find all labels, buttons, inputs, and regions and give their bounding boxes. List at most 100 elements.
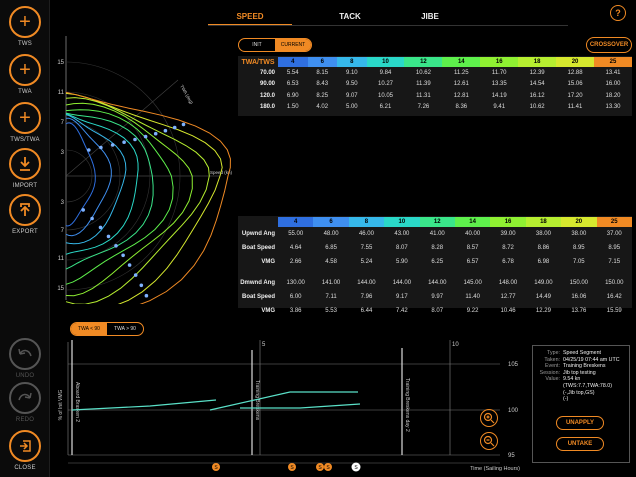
vmg-point[interactable] (127, 263, 132, 267)
table-cell[interactable]: 37.00 (597, 227, 632, 241)
table-cell[interactable]: 7.05 (561, 255, 596, 269)
table-cell[interactable]: 5.90 (384, 255, 419, 269)
table-cell[interactable]: 9.07 (337, 90, 367, 102)
table-cell[interactable]: 11.70 (480, 67, 518, 79)
table-cell[interactable]: 12.29 (526, 304, 561, 318)
vmg-point[interactable] (133, 273, 138, 277)
undo-button[interactable]: UNDO (6, 338, 44, 379)
table-cell[interactable]: 6.21 (367, 102, 405, 114)
table-cell[interactable]: 10.62 (518, 102, 556, 114)
table-cell[interactable]: 8.86 (526, 241, 561, 255)
tab-tack[interactable]: TACK (308, 8, 392, 26)
table-cell[interactable]: 15.06 (556, 79, 594, 91)
table-cell[interactable]: 141.00 (313, 276, 348, 290)
table-cell[interactable]: 7.96 (349, 290, 384, 304)
vmg-point[interactable] (110, 143, 115, 147)
vmg-point[interactable] (143, 134, 148, 139)
table-cell[interactable]: 6.85 (313, 241, 348, 255)
table-cell[interactable]: 38.00 (561, 227, 596, 241)
table-cell[interactable]: 144.00 (384, 276, 419, 290)
table-cell[interactable]: 8.36 (442, 102, 480, 114)
tab-jibe[interactable]: JIBE (388, 8, 472, 26)
zoom-out-button[interactable] (480, 432, 498, 450)
table-cell[interactable]: 17.20 (556, 90, 594, 102)
toggle-init[interactable]: INIT (239, 39, 275, 51)
table-cell[interactable]: 11.40 (455, 290, 490, 304)
table-cell[interactable]: 48.00 (313, 227, 348, 241)
table-cell[interactable]: 5.24 (349, 255, 384, 269)
table-cell[interactable]: 5.53 (313, 304, 348, 318)
table-cell[interactable]: 6.53 (278, 79, 308, 91)
vmg-point[interactable] (122, 140, 126, 144)
table-cell[interactable]: 4.58 (313, 255, 348, 269)
table-cell[interactable]: 10.46 (490, 304, 525, 318)
table-cell[interactable]: 13.76 (561, 304, 596, 318)
table-cell[interactable]: 55.00 (278, 227, 313, 241)
table-cell[interactable]: 7.55 (349, 241, 384, 255)
table-cell[interactable]: 8.43 (308, 79, 338, 91)
table-cell[interactable]: 11.39 (404, 79, 442, 91)
unapply-button[interactable]: UNAPPLY (556, 416, 604, 430)
export-button[interactable]: EXPORT (6, 194, 44, 235)
table-cell[interactable]: 6.78 (490, 255, 525, 269)
twa-button[interactable]: + TWA (6, 54, 44, 95)
table-cell[interactable]: 43.00 (384, 227, 419, 241)
vmg-point[interactable] (181, 122, 186, 127)
help-button[interactable]: ? (610, 5, 626, 21)
table-cell[interactable]: 9.22 (455, 304, 490, 318)
table-cell[interactable]: 144.00 (349, 276, 384, 290)
vmg-point[interactable] (114, 244, 118, 248)
table-cell[interactable]: 13.30 (594, 102, 632, 114)
table-cell[interactable]: 9.50 (337, 79, 367, 91)
table-cell[interactable]: 6.57 (455, 255, 490, 269)
table-cell[interactable]: 9.17 (384, 290, 419, 304)
table-cell[interactable]: 12.88 (556, 67, 594, 79)
table-cell[interactable]: 6.90 (278, 90, 308, 102)
table-cell[interactable]: 1.50 (278, 102, 308, 114)
table-cell[interactable]: 7.11 (313, 290, 348, 304)
vmg-point[interactable] (81, 208, 85, 212)
table-cell[interactable]: 11.31 (404, 90, 442, 102)
toggle-current[interactable]: CURRENT (275, 39, 311, 51)
vmg-point[interactable] (144, 293, 149, 298)
table-cell[interactable]: 11.41 (556, 102, 594, 114)
table-cell[interactable]: 8.25 (308, 90, 338, 102)
table-cell[interactable]: 2.66 (278, 255, 313, 269)
twa-segment-toggle[interactable]: TWA < 90 TWA > 90 (70, 322, 144, 336)
tws-twa-button[interactable]: + TWS/TWA (6, 102, 44, 143)
table-cell[interactable]: 7.15 (597, 255, 632, 269)
table-cell[interactable]: 130.00 (278, 276, 313, 290)
tws-button[interactable]: + TWS (6, 6, 44, 47)
table-cell[interactable]: 12.77 (490, 290, 525, 304)
table-cell[interactable]: 3.86 (278, 304, 313, 318)
table-cell[interactable]: 14.54 (518, 79, 556, 91)
table-cell[interactable]: 7.26 (404, 102, 442, 114)
table-cell[interactable]: 8.07 (384, 241, 419, 255)
table-cell[interactable]: 6.25 (420, 255, 455, 269)
table-cell[interactable]: 9.41 (480, 102, 518, 114)
table-cell[interactable]: 39.00 (490, 227, 525, 241)
table-cell[interactable]: 145.00 (455, 276, 490, 290)
table-cell[interactable]: 10.05 (367, 90, 405, 102)
toggle-twa-lt-90[interactable]: TWA < 90 (71, 323, 107, 335)
vmg-point[interactable] (163, 128, 168, 133)
import-button[interactable]: IMPORT (6, 148, 44, 189)
vmg-point[interactable] (90, 216, 94, 221)
table-cell[interactable]: 10.27 (367, 79, 405, 91)
table-cell[interactable]: 18.20 (594, 90, 632, 102)
table-cell[interactable]: 16.06 (561, 290, 596, 304)
vmg-point[interactable] (87, 148, 91, 152)
table-cell[interactable]: 15.59 (597, 304, 632, 318)
table-cell[interactable]: 150.00 (561, 276, 596, 290)
vmg-point[interactable] (121, 253, 125, 258)
close-button[interactable]: CLOSE (6, 430, 44, 471)
table-cell[interactable]: 40.00 (455, 227, 490, 241)
redo-button[interactable]: REDO (6, 382, 44, 423)
vmg-point[interactable] (153, 131, 158, 136)
vmg-point[interactable] (133, 137, 137, 142)
table-cell[interactable]: 13.41 (594, 67, 632, 79)
table-cell[interactable]: 7.42 (384, 304, 419, 318)
table-cell[interactable]: 149.00 (526, 276, 561, 290)
table-cell[interactable]: 6.98 (526, 255, 561, 269)
table-cell[interactable]: 41.00 (420, 227, 455, 241)
